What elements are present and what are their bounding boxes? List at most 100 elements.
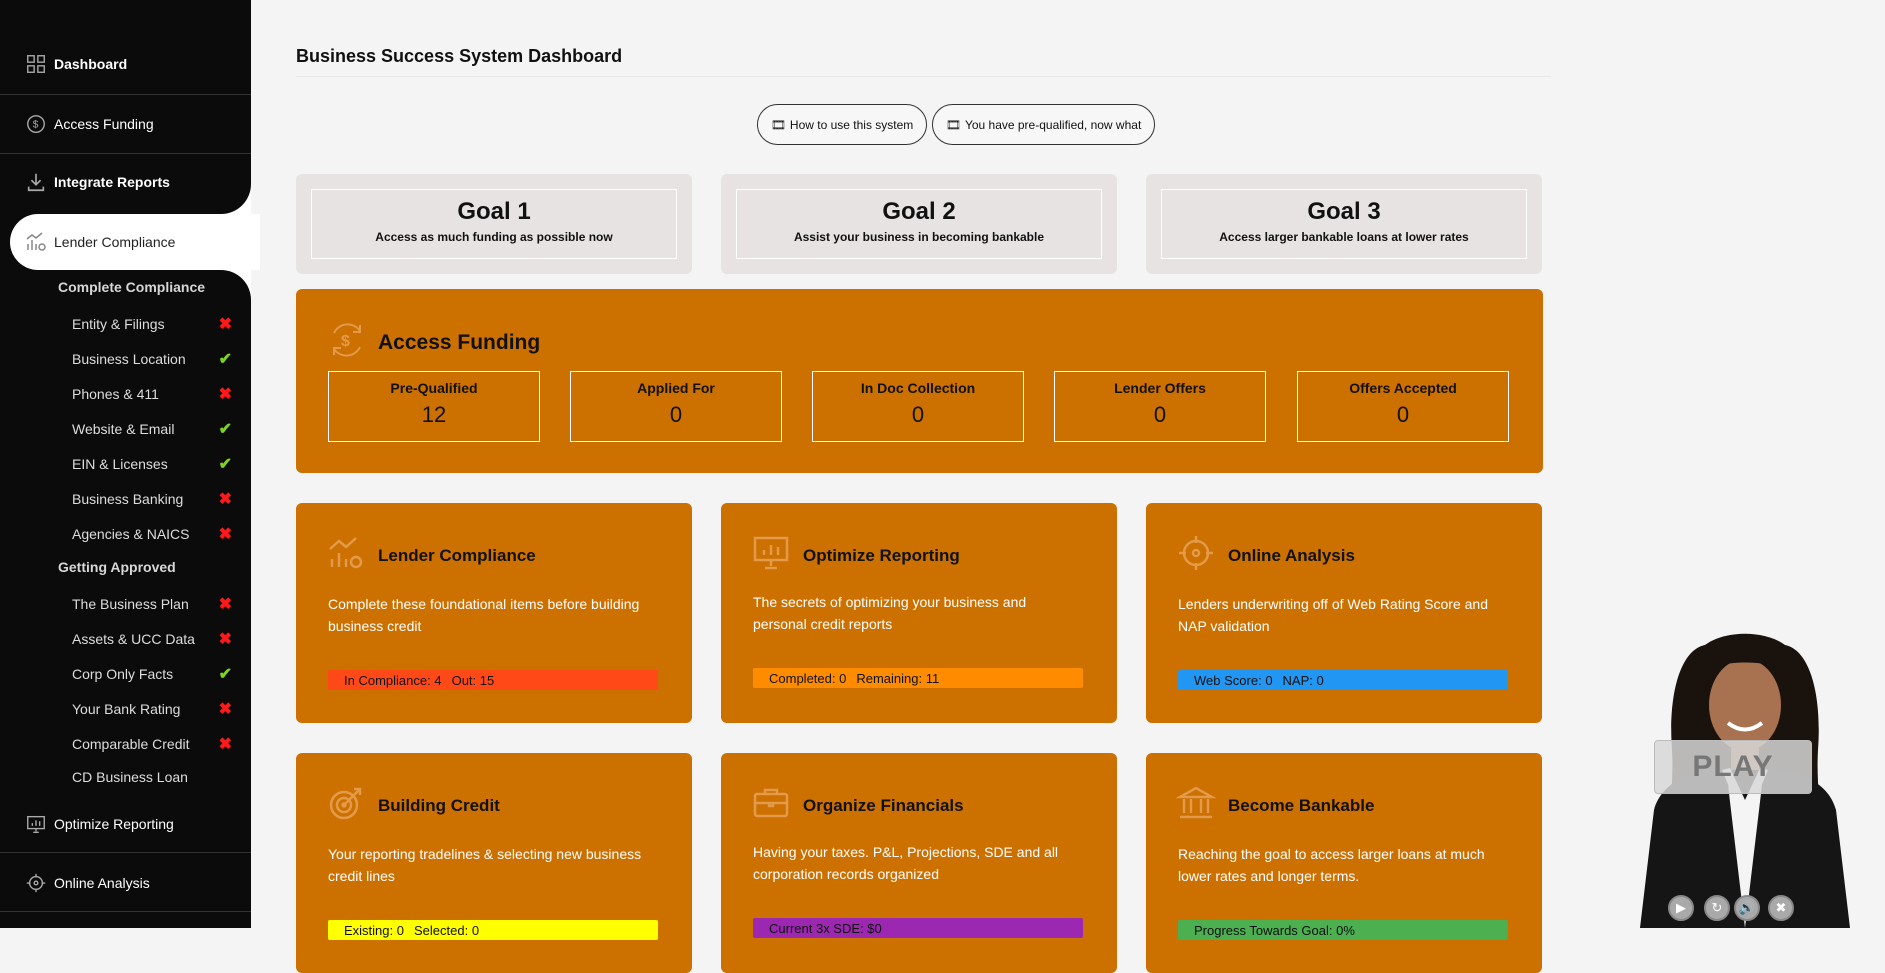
close-icon[interactable]: ✖ (1768, 895, 1794, 921)
card-lender-compliance[interactable]: Lender Compliance Complete these foundat… (296, 503, 692, 723)
play-button[interactable]: PLAY (1654, 740, 1812, 794)
sidebar-item-business-location[interactable]: Business Location ✔ (72, 349, 232, 369)
crosshair-icon (24, 871, 48, 895)
sidebar-item-website-email[interactable]: Website & Email ✔ (72, 419, 232, 439)
card-description: Lenders underwriting off of Web Rating S… (1178, 596, 1489, 634)
stat-doc-collection[interactable]: In Doc Collection 0 (812, 371, 1024, 442)
card-title: Lender Compliance (378, 545, 536, 565)
film-icon: 🎞 (945, 117, 961, 132)
check-icon: ✔ (218, 421, 232, 438)
divider (296, 76, 1551, 77)
sidebar-item-cd-business-loan[interactable]: CD Business Loan (72, 769, 232, 785)
svg-text:$: $ (341, 333, 350, 350)
goal-subtitle: Assist your business in becoming bankabl… (793, 230, 1045, 244)
card-become-bankable[interactable]: Become Bankable Reaching the goal to acc… (1146, 753, 1542, 973)
status-bar: Progress Towards Goal: 0% (1178, 920, 1508, 940)
status-bar: Existing: 0 Selected: 0 (328, 920, 658, 940)
nav-integrate-reports[interactable]: Integrate Reports (0, 170, 251, 194)
fail-icon: ✖ (218, 316, 232, 333)
goal-card-1: Goal 1 Access as much funding as possibl… (296, 174, 692, 274)
goal-card-2: Goal 2 Assist your business in becoming … (721, 174, 1117, 274)
volume-icon[interactable]: 🔊 (1734, 895, 1760, 921)
nav-access-funding[interactable]: $ Access Funding (0, 112, 251, 136)
card-description: The secrets of optimizing your business … (753, 594, 1027, 632)
card-description: Reaching the goal to access larger loans… (1178, 846, 1485, 884)
chart-gear-icon (24, 230, 48, 254)
sidebar-item-phones-411[interactable]: Phones & 411 ✖ (72, 384, 232, 404)
goal-title: Goal 2 (882, 198, 956, 225)
target-icon (326, 783, 366, 828)
goal-subtitle: Access larger bankable loans at lower ra… (1219, 230, 1469, 244)
stat-lender-offers[interactable]: Lender Offers 0 (1054, 371, 1266, 442)
divider (0, 153, 251, 154)
card-building-credit[interactable]: Building Credit Your reporting tradeline… (296, 753, 692, 973)
check-icon: ✔ (218, 456, 232, 473)
status-bar: Web Score: 0 NAP: 0 (1178, 670, 1508, 690)
sidebar-item-bank-rating[interactable]: Your Bank Rating ✖ (72, 699, 232, 719)
goal-subtitle: Access as much funding as possible now (375, 230, 613, 244)
nav-lender-compliance[interactable]: Lender Compliance (10, 214, 260, 270)
nav-optimize-reporting[interactable]: Optimize Reporting (0, 812, 251, 836)
stat-pre-qualified[interactable]: Pre-Qualified 12 (328, 371, 540, 442)
sidebar-item-corp-only-facts[interactable]: Corp Only Facts ✔ (72, 664, 232, 684)
film-icon: 🎞 (770, 117, 786, 132)
fail-icon: ✖ (218, 701, 232, 718)
nav-online-analysis-label: Online Analysis (54, 875, 150, 891)
card-description: Your reporting tradelines & selecting ne… (328, 846, 642, 884)
active-curve (219, 270, 251, 304)
status-bar: Current 3x SDE: $0 (753, 918, 1083, 938)
card-title: Building Credit (378, 795, 500, 815)
card-title: Online Analysis (1228, 545, 1355, 565)
sub-heading-getting-approved: Getting Approved (58, 559, 176, 575)
nav-dashboard[interactable]: Dashboard (0, 52, 251, 76)
replay-icon[interactable]: ↻ (1704, 895, 1730, 921)
check-icon: ✔ (218, 351, 232, 368)
svg-text:$: $ (33, 120, 39, 131)
stat-offers-accepted[interactable]: Offers Accepted 0 (1297, 371, 1509, 442)
presentation-chart-icon (751, 533, 791, 578)
how-to-use-button[interactable]: 🎞 How to use this system (757, 104, 927, 145)
fail-icon: ✖ (218, 596, 232, 613)
page-title: Business Success System Dashboard (296, 46, 623, 66)
grid-icon (24, 52, 48, 76)
card-optimize-reporting[interactable]: Optimize Reporting The secrets of optimi… (721, 503, 1117, 723)
card-online-analysis[interactable]: Online Analysis Lenders underwriting off… (1146, 503, 1542, 723)
card-description: Having your taxes. P&L, Projections, SDE… (753, 844, 1059, 882)
nav-optimize-reporting-label: Optimize Reporting (54, 816, 174, 832)
download-icon (24, 170, 48, 194)
play-icon[interactable]: ▶ (1668, 895, 1694, 921)
active-curve (219, 180, 251, 214)
sub-heading-complete-compliance: Complete Compliance (58, 279, 206, 295)
sidebar-item-assets-ucc[interactable]: Assets & UCC Data ✖ (72, 629, 232, 649)
card-title: Optimize Reporting (803, 545, 960, 565)
check-icon: ✔ (218, 666, 232, 683)
sidebar-item-business-banking[interactable]: Business Banking ✖ (72, 489, 232, 509)
presentation-chart-icon (24, 812, 48, 836)
panel-title: Access Funding (378, 331, 541, 354)
fail-icon: ✖ (218, 491, 232, 508)
bank-icon (1175, 783, 1217, 828)
card-title: Become Bankable (1228, 795, 1375, 815)
sidebar-item-entity-filings[interactable]: Entity & Filings ✖ (72, 314, 232, 334)
dollar-cycle-icon: $ (24, 112, 48, 136)
card-title: Organize Financials (803, 795, 964, 815)
card-organize-financials[interactable]: Organize Financials Having your taxes. P… (721, 753, 1117, 973)
sidebar-item-agencies-naics[interactable]: Agencies & NAICS ✖ (72, 524, 232, 544)
nav-integrate-reports-label: Integrate Reports (54, 174, 170, 190)
status-bar: In Compliance: 4 Out: 15 (328, 670, 658, 690)
access-funding-panel[interactable]: $ Access Funding Pre-Qualified 12 Applie… (296, 289, 1543, 473)
fail-icon: ✖ (218, 526, 232, 543)
fail-icon: ✖ (218, 386, 232, 403)
nav-lender-compliance-label: Lender Compliance (54, 234, 176, 250)
goal-title: Goal 1 (457, 198, 531, 225)
crosshair-icon (1176, 533, 1216, 578)
sidebar-item-business-plan[interactable]: The Business Plan ✖ (72, 594, 232, 614)
sidebar-item-ein-licenses[interactable]: EIN & Licenses ✔ (72, 454, 232, 474)
prequalified-button[interactable]: 🎞 You have pre-qualified, now what (932, 104, 1155, 145)
stat-applied-for[interactable]: Applied For 0 (570, 371, 782, 442)
nav-access-funding-label: Access Funding (54, 116, 154, 132)
sidebar-item-comparable-credit[interactable]: Comparable Credit ✖ (72, 734, 232, 754)
nav-online-analysis[interactable]: Online Analysis (0, 871, 251, 895)
divider (0, 911, 251, 912)
card-description: Complete these foundational items before… (328, 596, 640, 634)
